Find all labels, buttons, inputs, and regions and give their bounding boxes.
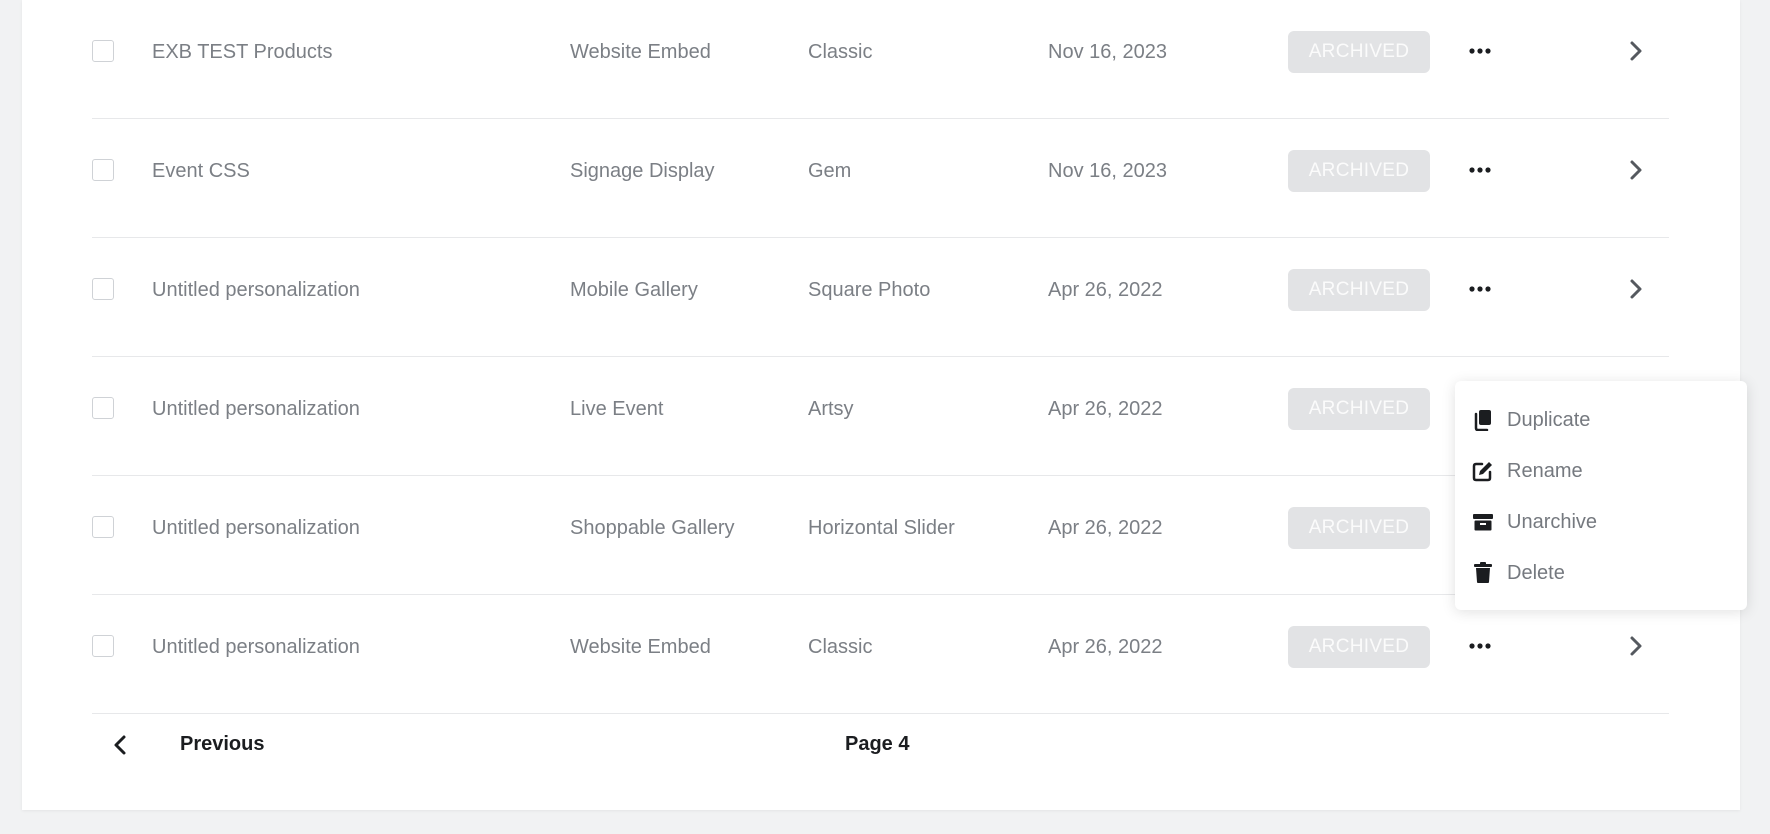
table-row[interactable]: Untitled personalization Mobile Gallery … xyxy=(92,238,1669,357)
row-type: Website Embed xyxy=(570,636,711,658)
row-checkbox[interactable] xyxy=(92,397,114,419)
row-date: Nov 16, 2023 xyxy=(1048,41,1167,63)
menu-item-delete[interactable]: Delete xyxy=(1471,553,1565,593)
more-options-button[interactable] xyxy=(1464,155,1496,185)
row-type: Website Embed xyxy=(570,41,711,63)
more-options-button[interactable] xyxy=(1464,631,1496,661)
pagination: Previous Page 4 xyxy=(92,720,1669,770)
row-name: Untitled personalization xyxy=(152,279,360,301)
table-row[interactable]: Untitled personalization Website Embed C… xyxy=(92,595,1669,714)
row-checkbox[interactable] xyxy=(92,635,114,657)
ellipsis-icon xyxy=(1469,286,1491,292)
edit-icon xyxy=(1471,459,1495,483)
row-type: Mobile Gallery xyxy=(570,279,698,301)
chevron-right-icon xyxy=(1630,160,1642,180)
row-layout: Horizontal Slider xyxy=(808,517,955,539)
table-row[interactable]: EXB TEST Products Website Embed Classic … xyxy=(92,0,1669,119)
row-layout: Classic xyxy=(808,636,873,658)
previous-page-link[interactable]: Previous xyxy=(180,733,264,756)
previous-page-button[interactable] xyxy=(110,732,130,758)
row-layout: Gem xyxy=(808,160,852,182)
row-date: Apr 26, 2022 xyxy=(1048,279,1163,301)
row-name: Untitled personalization xyxy=(152,636,360,658)
menu-item-unarchive[interactable]: Unarchive xyxy=(1471,502,1597,542)
chevron-right-icon xyxy=(1630,279,1642,299)
row-name: Untitled personalization xyxy=(152,398,360,420)
row-date: Apr 26, 2022 xyxy=(1048,636,1163,658)
row-layout: Square Photo xyxy=(808,279,931,301)
status-badge: ARCHIVED xyxy=(1288,626,1430,668)
status-badge: ARCHIVED xyxy=(1288,31,1430,73)
trash-icon xyxy=(1471,561,1495,585)
row-type: Shoppable Gallery xyxy=(570,517,735,539)
row-name: EXB TEST Products xyxy=(152,41,333,63)
menu-item-label: Unarchive xyxy=(1507,510,1598,533)
row-type: Signage Display xyxy=(570,160,715,182)
table-row[interactable]: Untitled personalization Live Event Arts… xyxy=(92,357,1669,476)
duplicate-icon xyxy=(1471,408,1495,432)
page-indicator: Page 4 xyxy=(845,733,910,755)
menu-item-label: Delete xyxy=(1507,561,1565,584)
status-badge: ARCHIVED xyxy=(1288,388,1430,430)
menu-item-duplicate[interactable]: Duplicate xyxy=(1471,400,1590,440)
open-row-button[interactable] xyxy=(1624,632,1648,660)
status-badge: ARCHIVED xyxy=(1288,150,1430,192)
open-row-button[interactable] xyxy=(1624,156,1648,184)
menu-item-label: Duplicate xyxy=(1507,408,1591,431)
ellipsis-icon xyxy=(1469,48,1491,54)
open-row-button[interactable] xyxy=(1624,275,1648,303)
status-badge: ARCHIVED xyxy=(1288,507,1430,549)
row-checkbox[interactable] xyxy=(92,516,114,538)
ellipsis-icon xyxy=(1469,643,1491,649)
chevron-right-icon xyxy=(1630,636,1642,656)
row-date: Apr 26, 2022 xyxy=(1048,398,1163,420)
more-options-button[interactable] xyxy=(1464,274,1496,304)
ellipsis-icon xyxy=(1469,167,1491,173)
status-badge: ARCHIVED xyxy=(1288,269,1430,311)
row-context-menu: Duplicate Rename Unarchive Delete xyxy=(1455,381,1747,610)
row-checkbox[interactable] xyxy=(92,40,114,62)
table-row[interactable]: Event CSS Signage Display Gem Nov 16, 20… xyxy=(92,119,1669,238)
row-checkbox[interactable] xyxy=(92,159,114,181)
row-layout: Classic xyxy=(808,41,873,63)
row-name: Untitled personalization xyxy=(152,517,360,539)
chevron-left-icon xyxy=(114,735,126,755)
row-name: Event CSS xyxy=(152,160,250,182)
row-date: Apr 26, 2022 xyxy=(1048,517,1163,539)
open-row-button[interactable] xyxy=(1624,37,1648,65)
row-type: Live Event xyxy=(570,398,664,420)
table-row[interactable]: Untitled personalization Shoppable Galle… xyxy=(92,476,1669,595)
chevron-right-icon xyxy=(1630,41,1642,61)
row-checkbox[interactable] xyxy=(92,278,114,300)
menu-item-label: Rename xyxy=(1507,459,1583,482)
more-options-button[interactable] xyxy=(1464,36,1496,66)
menu-item-rename[interactable]: Rename xyxy=(1471,451,1583,491)
row-date: Nov 16, 2023 xyxy=(1048,160,1167,182)
row-layout: Artsy xyxy=(808,398,854,420)
archive-box-icon xyxy=(1471,510,1495,534)
